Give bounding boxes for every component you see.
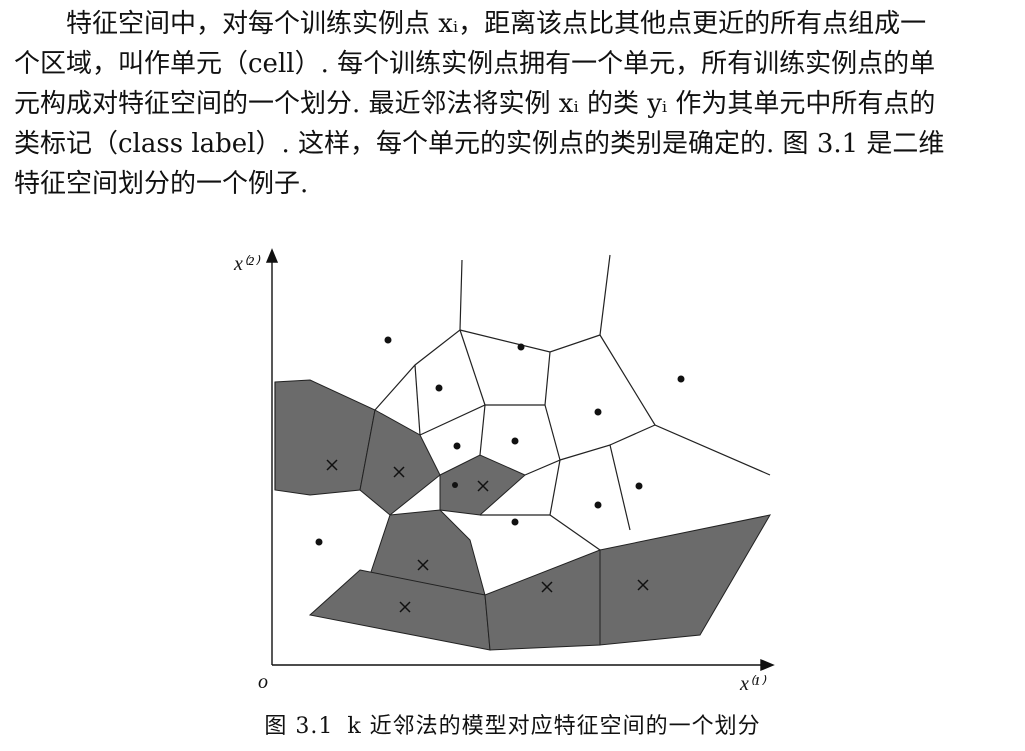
paragraph-line-1: 特征空间中，对每个训练实例点 xᵢ，距离该点比其他点更近的所有点组成一 [66,9,927,39]
dot-point [453,442,461,450]
voronoi-figure: x⁽²⁾ x⁽¹⁾ o [230,240,790,700]
dot-point [594,408,602,416]
dot-point [677,375,685,383]
cell-edge [459,254,611,353]
paragraph-line-5: 特征空间划分的一个例子. [14,169,309,199]
paragraph-line-4: 类标记（class label）. 这样，每个单元的实例点的类别是确定的. 图 … [14,129,945,159]
paragraph-line-2: 个区域，叫作单元（cell）. 每个训练实例点拥有一个单元，所有训练实例点的单 [14,49,936,79]
y-axis-arrow [265,248,279,263]
dot-point [452,482,458,488]
x-axis-label: x⁽¹⁾ [739,673,767,695]
dot-point [594,501,602,509]
shaded-cell [484,549,601,651]
cell-edge [524,404,561,476]
dot-point [511,437,519,445]
dot-point [517,343,525,351]
origin-label: o [258,671,268,693]
cell-edge [459,329,486,406]
shaded-cell [274,379,376,496]
cell-edge [609,424,656,446]
cell-edge [544,351,551,406]
cell-edge [479,404,486,456]
figure-caption: 图 3.1 k 近邻法的模型对应特征空间的一个划分 [0,708,1025,740]
paragraph-line-3: 元构成对特征空间的一个划分. 最近邻法将实例 xᵢ 的类 yᵢ 作为其单元中所有… [14,89,936,119]
cell-edge [559,444,631,531]
cell-edge [549,514,601,551]
dot-point [435,384,443,392]
caption-number: 图 3.1 [264,714,334,739]
dot-point [315,538,323,546]
voronoi-diagram: x⁽²⁾ x⁽¹⁾ o [233,248,775,695]
caption-text: k 近邻法的模型对应特征空间的一个划分 [347,714,761,739]
shaded-cell [599,514,771,646]
body-paragraph: 特征空间中，对每个训练实例点 xᵢ，距离该点比其他点更近的所有点组成一 个区域，… [14,4,1010,204]
dot-point [511,518,519,526]
cell-edge [414,364,421,436]
cell-edge [374,259,463,411]
dot-point [384,336,392,344]
shaded-cell [359,409,441,516]
cell-edge [599,334,771,476]
dot-point [635,482,643,490]
x-axis-arrow [760,658,775,672]
y-axis-label: x⁽²⁾ [233,253,261,275]
